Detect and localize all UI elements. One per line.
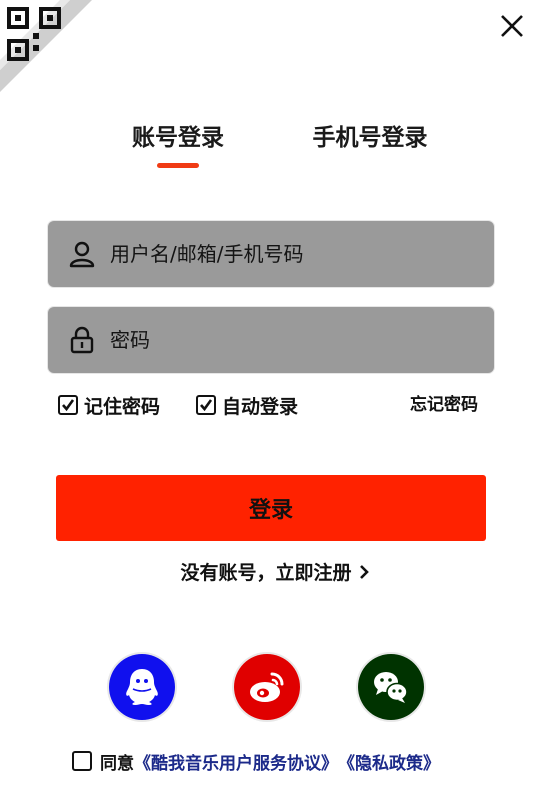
register-label: 没有账号，立即注册 <box>180 562 352 584</box>
qq-icon <box>109 654 175 720</box>
check-icon <box>200 399 213 412</box>
agreement-checkbox[interactable] <box>72 751 92 771</box>
tab-phone-login[interactable]: 手机号登录 <box>300 120 440 156</box>
register-link[interactable]: 没有账号，立即注册 <box>150 558 400 588</box>
remember-password-checkbox[interactable]: 记住密码 <box>58 392 160 418</box>
username-field[interactable] <box>48 221 494 287</box>
close-icon <box>501 15 523 37</box>
agreement-row: 同意 《酷我音乐用户服务协议》 《隐私政策》 <box>72 748 440 774</box>
check-icon <box>62 399 75 412</box>
wechat-login-button[interactable] <box>358 654 424 720</box>
active-tab-indicator <box>157 163 199 168</box>
close-button[interactable] <box>494 8 530 44</box>
user-icon <box>69 241 95 268</box>
weibo-login-button[interactable] <box>234 654 300 720</box>
wechat-icon <box>358 654 424 720</box>
lock-icon <box>70 326 94 354</box>
qr-code-icon <box>0 0 92 92</box>
remember-password-box[interactable] <box>58 395 78 415</box>
agreement-prefix: 同意 <box>100 753 134 774</box>
weibo-icon <box>234 654 300 720</box>
auto-login-box[interactable] <box>196 395 216 415</box>
privacy-policy-link[interactable]: 《隐私政策》 <box>338 749 440 774</box>
password-input[interactable] <box>110 307 480 373</box>
chevron-right-icon <box>358 559 370 589</box>
tab-account-login[interactable]: 账号登录 <box>118 120 238 156</box>
login-button[interactable]: 登录 <box>56 475 486 541</box>
auto-login-label: 自动登录 <box>222 395 299 418</box>
qq-login-button[interactable] <box>109 654 175 720</box>
remember-password-label: 记住密码 <box>84 395 161 418</box>
password-field[interactable] <box>48 307 494 373</box>
user-service-agreement-link[interactable]: 《酷我音乐用户服务协议》 <box>134 749 338 774</box>
forgot-password-link[interactable]: 忘记密码 <box>410 392 478 418</box>
username-input[interactable] <box>110 221 480 287</box>
auto-login-checkbox[interactable]: 自动登录 <box>196 392 298 418</box>
qr-login-corner[interactable] <box>0 0 92 92</box>
